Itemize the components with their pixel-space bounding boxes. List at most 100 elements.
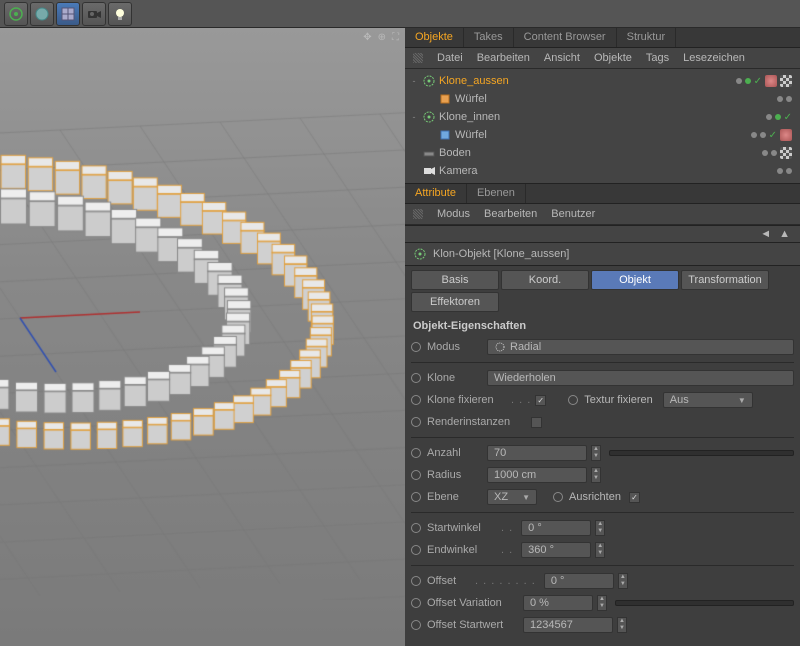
- radius-spinner[interactable]: ▲▼: [591, 467, 601, 483]
- menu-ansicht[interactable]: Ansicht: [544, 52, 580, 64]
- tool-sphere[interactable]: [30, 2, 54, 26]
- radio-icon[interactable]: [411, 448, 421, 458]
- radio-icon[interactable]: [568, 395, 578, 405]
- tab-takes[interactable]: Takes: [464, 28, 514, 47]
- visibility-dot[interactable]: [771, 150, 777, 156]
- endwinkel-label: Endwinkel: [427, 544, 497, 556]
- visibility-dot[interactable]: [762, 150, 768, 156]
- tree-item-boden[interactable]: Boden: [405, 144, 800, 162]
- anzahl-slider[interactable]: [609, 450, 794, 456]
- tree-item-klone_aussen[interactable]: -Klone_aussen✓: [405, 72, 800, 90]
- checker-tag-icon[interactable]: [780, 75, 792, 87]
- proptab-koord[interactable]: Koord.: [501, 270, 589, 290]
- radio-icon[interactable]: [411, 417, 421, 427]
- visibility-dot[interactable]: [760, 132, 766, 138]
- renderinst-checkbox[interactable]: [531, 417, 542, 428]
- endwinkel-input[interactable]: 360 °: [521, 542, 591, 558]
- startwinkel-input[interactable]: 0 °: [521, 520, 591, 536]
- radio-icon[interactable]: [411, 373, 421, 383]
- nav-up-icon[interactable]: ▲: [779, 228, 790, 240]
- tree-toggle-icon[interactable]: -: [409, 76, 419, 86]
- modus-dropdown[interactable]: Radial: [487, 339, 794, 355]
- proptab-effektoren[interactable]: Effektoren: [411, 292, 499, 312]
- coffee-tag-icon[interactable]: [780, 129, 792, 141]
- tab-attribute[interactable]: Attribute: [405, 184, 467, 203]
- menu-benutzer[interactable]: Benutzer: [551, 208, 595, 220]
- tree-item-kamera[interactable]: Kamera: [405, 162, 800, 180]
- nav-back-icon[interactable]: ◄: [760, 228, 771, 240]
- cube-orange-icon: [438, 92, 452, 106]
- tree-item-klone_innen[interactable]: -Klone_innen✓: [405, 108, 800, 126]
- ebene-dropdown[interactable]: XZ▼: [487, 489, 537, 505]
- grip-icon: [413, 209, 423, 219]
- visibility-dot[interactable]: [766, 114, 772, 120]
- menu-bearbeiten[interactable]: Bearbeiten: [477, 52, 530, 64]
- tab-content-browser[interactable]: Content Browser: [514, 28, 617, 47]
- tab-ebenen[interactable]: Ebenen: [467, 184, 526, 203]
- tool-camera[interactable]: [82, 2, 106, 26]
- proptab-transformation[interactable]: Transformation: [681, 270, 769, 290]
- ausrichten-checkbox[interactable]: ✓: [629, 492, 640, 503]
- menu-lesezeichen[interactable]: Lesezeichen: [683, 52, 745, 64]
- tree-item-würfel[interactable]: Würfel: [405, 90, 800, 108]
- anzahl-input[interactable]: 70: [487, 445, 587, 461]
- visibility-dot[interactable]: [775, 114, 781, 120]
- viewport-3d[interactable]: ✥ ⊕ ⛶: [0, 28, 405, 646]
- radio-icon[interactable]: [411, 576, 421, 586]
- klone-label: Klone: [427, 372, 483, 384]
- tab-objekte[interactable]: Objekte: [405, 28, 464, 47]
- tree-item-würfel[interactable]: Würfel✓: [405, 126, 800, 144]
- offsetvar-input[interactable]: 0 %: [523, 595, 593, 611]
- startwinkel-label: Startwinkel: [427, 522, 497, 534]
- visibility-check-icon[interactable]: ✓: [769, 130, 777, 141]
- tree-toggle-icon[interactable]: -: [409, 112, 419, 122]
- anzahl-spinner[interactable]: ▲▼: [591, 445, 601, 461]
- tab-struktur[interactable]: Struktur: [617, 28, 677, 47]
- radio-icon[interactable]: [411, 492, 421, 502]
- endwinkel-spinner[interactable]: ▲▼: [595, 542, 605, 558]
- offset-spinner[interactable]: ▲▼: [618, 573, 628, 589]
- cube-blue-icon: [438, 128, 452, 142]
- visibility-dot[interactable]: [786, 168, 792, 174]
- viewport-canvas: [0, 28, 405, 600]
- visibility-dot[interactable]: [751, 132, 757, 138]
- radio-icon[interactable]: [553, 492, 563, 502]
- visibility-dot[interactable]: [745, 78, 751, 84]
- checker-tag-icon[interactable]: [780, 147, 792, 159]
- offsetstart-input[interactable]: 1234567: [523, 617, 613, 633]
- coffee-tag-icon[interactable]: [765, 75, 777, 87]
- radio-icon[interactable]: [411, 470, 421, 480]
- visibility-check-icon[interactable]: ✓: [754, 76, 762, 87]
- radius-input[interactable]: 1000 cm: [487, 467, 587, 483]
- tool-light[interactable]: [108, 2, 132, 26]
- klonefix-checkbox[interactable]: ✓: [535, 395, 546, 406]
- offsetstart-label: Offset Startwert: [427, 619, 519, 631]
- radio-icon[interactable]: [411, 620, 421, 630]
- radio-icon[interactable]: [411, 395, 421, 405]
- object-tree: -Klone_aussen✓Würfel-Klone_innen✓Würfel✓…: [405, 69, 800, 184]
- texturfix-dropdown[interactable]: Aus▼: [663, 392, 753, 408]
- proptab-basis[interactable]: Basis: [411, 270, 499, 290]
- visibility-dot[interactable]: [777, 96, 783, 102]
- menu-objekte[interactable]: Objekte: [594, 52, 632, 64]
- visibility-dot[interactable]: [736, 78, 742, 84]
- radio-icon[interactable]: [411, 545, 421, 555]
- tool-grid[interactable]: [56, 2, 80, 26]
- startwinkel-spinner[interactable]: ▲▼: [595, 520, 605, 536]
- menu-modus[interactable]: Modus: [437, 208, 470, 220]
- radio-icon[interactable]: [411, 342, 421, 352]
- visibility-dot[interactable]: [786, 96, 792, 102]
- menu-bearbeiten[interactable]: Bearbeiten: [484, 208, 537, 220]
- menu-datei[interactable]: Datei: [437, 52, 463, 64]
- visibility-dot[interactable]: [777, 168, 783, 174]
- radio-icon[interactable]: [411, 523, 421, 533]
- offsetstart-spinner[interactable]: ▲▼: [617, 617, 627, 633]
- offsetvar-slider[interactable]: [615, 600, 794, 606]
- proptab-objekt[interactable]: Objekt: [591, 270, 679, 290]
- offsetvar-spinner[interactable]: ▲▼: [597, 595, 607, 611]
- offset-input[interactable]: 0 °: [544, 573, 614, 589]
- menu-tags[interactable]: Tags: [646, 52, 669, 64]
- klone-dropdown[interactable]: Wiederholen: [487, 370, 794, 386]
- tool-atom[interactable]: [4, 2, 28, 26]
- visibility-check-icon[interactable]: ✓: [784, 112, 792, 123]
